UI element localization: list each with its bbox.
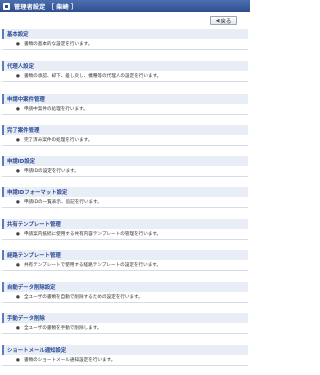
- section-pending-cases: 申請中案件管理 ● 申請中案件の処理を行います。: [2, 94, 248, 115]
- section-link-manual-delete[interactable]: 手動データ削除: [2, 313, 248, 323]
- section-manual-delete: 手動データ削除 ● 全ユーザの書類を手動で削除します。: [2, 313, 248, 334]
- bullet-icon: ●: [16, 137, 20, 143]
- section-link-basic-settings[interactable]: 基本設定: [2, 29, 248, 39]
- bullet-icon: ●: [16, 231, 20, 237]
- section-description: ● 書類の基本的な設定を行います。: [2, 39, 248, 50]
- description-text: 全ユーザの書類を手動で削除します。: [23, 326, 102, 331]
- bullet-icon: ●: [16, 199, 20, 205]
- section-description: ● 完了済み案件の処理を行います。: [2, 135, 248, 146]
- description-text: 完了済み案件の処理を行います。: [23, 138, 93, 143]
- title-bar: 管理者設定 ［ 柴崎 ］: [0, 0, 250, 12]
- section-link-shared-template[interactable]: 共有テンプレート管理: [2, 219, 248, 229]
- section-description: ● 全ユーザの書類を手動で削除します。: [2, 323, 248, 334]
- section-shared-template: 共有テンプレート管理 ● 申請案内抵続に使用する共有内容テンプレートの管理を行い…: [2, 219, 248, 240]
- description-text: 申請IDの設定を行います。: [23, 169, 79, 174]
- section-description: ● 申請IDの設定を行います。: [2, 166, 248, 177]
- bullet-icon: ●: [16, 357, 20, 363]
- description-text: 申請中案件の処理を行います。: [23, 107, 88, 112]
- section-description: ● 書類の承認、却下、差し戻し、機種等の代理人の設定を行います。: [2, 71, 248, 82]
- back-button[interactable]: ◀ 戻る: [210, 16, 237, 25]
- bullet-icon: ●: [16, 262, 20, 268]
- section-description: ● 申請中案件の処理を行います。: [2, 104, 248, 115]
- back-button-label: 戻る: [220, 18, 232, 25]
- section-description: ● 申請案内抵続に使用する共有内容テンプレートの管理を行います。: [2, 229, 248, 240]
- bullet-icon: ●: [16, 41, 20, 47]
- section-link-short-mail[interactable]: ショートメール通知設定: [2, 345, 248, 355]
- page-title: 管理者設定 ［ 柴崎 ］: [14, 3, 78, 11]
- section-link-application-id[interactable]: 申請ID設定: [2, 156, 248, 166]
- section-link-pending-cases[interactable]: 申請中案件管理: [2, 94, 248, 104]
- bullet-icon: ●: [16, 294, 20, 300]
- section-proxy-settings: 代理人設定 ● 書類の承認、却下、差し戻し、機種等の代理人の設定を行います。: [2, 61, 248, 82]
- bullet-icon: ●: [16, 325, 20, 331]
- settings-app-icon: [3, 2, 10, 10]
- section-application-id: 申請ID設定 ● 申請IDの設定を行います。: [2, 156, 248, 177]
- section-description: ● 申請IDの一覧表示、追記を行います。: [2, 197, 248, 208]
- section-link-id-format[interactable]: 申請IDフォーマット設定: [2, 187, 248, 197]
- description-text: 書類のショートメール通知設定を行います。: [23, 358, 116, 363]
- description-text: 申請IDの一覧表示、追記を行います。: [23, 200, 102, 205]
- description-text: 書類の承認、却下、差し戻し、機種等の代理人の設定を行います。: [23, 74, 162, 79]
- section-link-proxy-settings[interactable]: 代理人設定: [2, 61, 248, 71]
- section-link-completed-cases[interactable]: 完了案件管理: [2, 125, 248, 135]
- section-description: ● 共有テンプレートで使用する経路テンプレートの設定を行います。: [2, 260, 248, 271]
- bullet-icon: ●: [16, 73, 20, 79]
- section-short-mail: ショートメール通知設定 ● 書類のショートメール通知設定を行います。: [2, 345, 248, 366]
- description-text: 全ユーザの書類を自動で削除するための設定を行います。: [23, 295, 143, 300]
- description-text: 書類の基本的な設定を行います。: [23, 42, 93, 47]
- section-auto-delete: 自動データ削除設定 ● 全ユーザの書類を自動で削除するための設定を行います。: [2, 282, 248, 303]
- section-route-template: 経路テンプレート管理 ● 共有テンプレートで使用する経路テンプレートの設定を行い…: [2, 250, 248, 271]
- bullet-icon: ●: [16, 106, 20, 112]
- section-link-route-template[interactable]: 経路テンプレート管理: [2, 250, 248, 260]
- section-description: ● 全ユーザの書類を自動で削除するための設定を行います。: [2, 292, 248, 303]
- description-text: 共有テンプレートで使用する経路テンプレートの設定を行います。: [23, 263, 162, 268]
- section-basic-settings: 基本設定 ● 書類の基本的な設定を行います。: [2, 29, 248, 50]
- section-description: ● 書類のショートメール通知設定を行います。: [2, 355, 248, 366]
- back-arrow-icon: ◀: [215, 17, 220, 24]
- description-text: 申請案内抵続に使用する共有内容テンプレートの管理を行います。: [23, 232, 162, 237]
- section-link-auto-delete[interactable]: 自動データ削除設定: [2, 282, 248, 292]
- bullet-icon: ●: [16, 168, 20, 174]
- section-id-format: 申請IDフォーマット設定 ● 申請IDの一覧表示、追記を行います。: [2, 187, 248, 208]
- section-completed-cases: 完了案件管理 ● 完了済み案件の処理を行います。: [2, 125, 248, 146]
